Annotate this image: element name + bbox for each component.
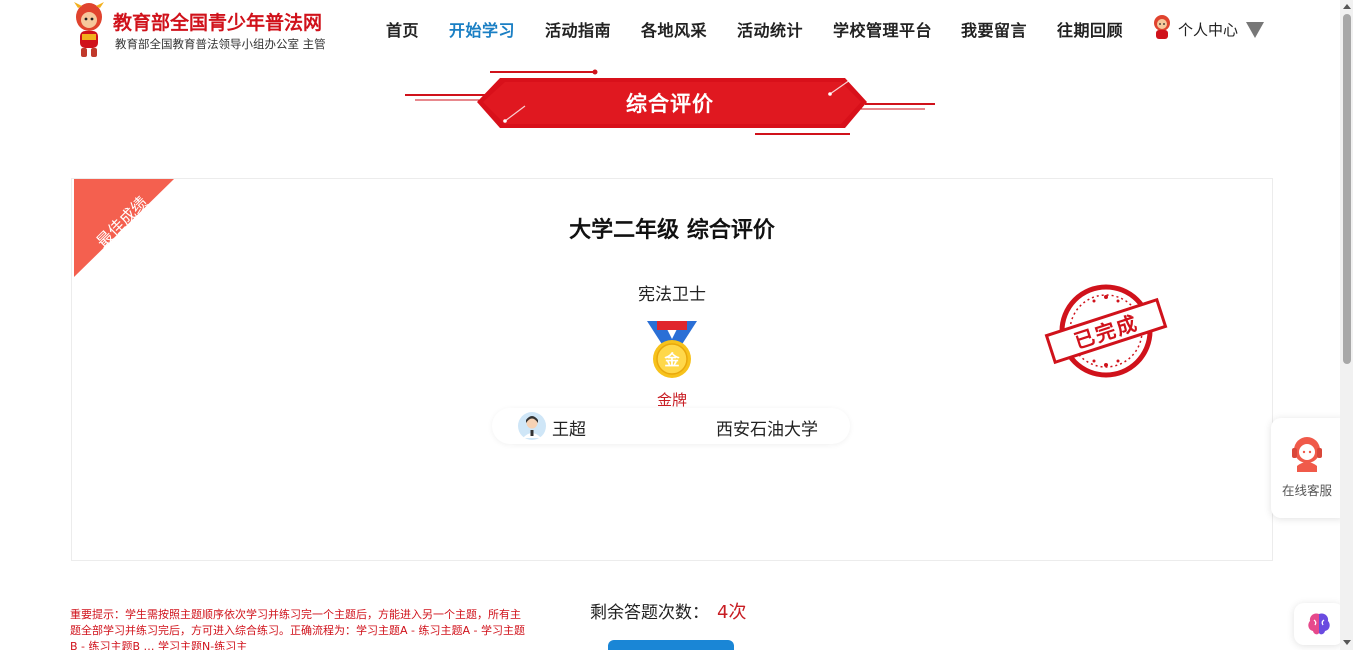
student-school: 西安石油大学 [716,420,818,440]
site-header: 教育部全国青少年普法网 教育部全国教育普法领导小组办公室 主管 首页 开始学习 … [0,0,1340,60]
nav-regional-showcase[interactable]: 各地风采 [641,17,707,41]
evaluation-title: 大学二年级 综合评价 [569,218,775,243]
nav-past-review[interactable]: 往期回顾 [1057,17,1123,41]
nav-activity-statistics[interactable]: 活动统计 [737,17,803,41]
nav-start-learning[interactable]: 开始学习 [449,17,515,41]
mascot-logo-icon[interactable] [70,0,108,58]
scroll-down-icon[interactable] [1343,640,1351,645]
page: 教育部全国青少年普法网 教育部全国教育普法领导小组办公室 主管 首页 开始学习 … [0,0,1353,650]
gold-medal-icon: 金 [647,321,697,378]
medal-character: 金 [663,351,680,369]
brain-icon [1308,613,1330,635]
user-center-menu[interactable]: 个人中心 [1150,14,1270,42]
user-center-label: 个人中心 [1178,21,1239,39]
online-service-label: 在线客服 [1281,483,1332,498]
nav-home[interactable]: 首页 [386,17,419,41]
remaining-attempts-label: 剩余答题次数： [590,603,709,623]
remaining-attempts-value: 4次 [717,602,747,623]
important-notice: 重要提示：学生需按照主题顺序依次学习并练习完一个主题后，方能进入另一个主题，所有… [70,608,525,650]
completed-stamp-icon: 已完成 [1044,284,1168,378]
nav-school-platform[interactable]: 学校管理平台 [833,17,932,41]
caret-down-icon [1246,22,1264,38]
online-service-button[interactable]: 在线客服 [1271,418,1343,518]
student-name: 王超 [552,420,586,440]
scrollbar-thumb[interactable] [1343,14,1351,364]
scroll-up-icon[interactable] [1343,4,1351,9]
section-banner: 综合评价 [405,66,935,140]
nav-activity-guide[interactable]: 活动指南 [545,17,611,41]
remaining-attempts: 剩余答题次数： 4次 [590,598,746,624]
nav-leave-message[interactable]: 我要留言 [961,17,1027,41]
ai-assistant-button[interactable] [1294,603,1344,645]
user-avatar-icon [1154,15,1170,39]
start-answer-button[interactable] [608,640,734,650]
student-avatar-icon [518,412,546,440]
evaluation-card: 最佳成绩 大学二年级 综合评价 宪法卫士 金 金牌 王超 西安石油大学 已完成 [71,178,1273,561]
site-subtitle: 教育部全国教育普法领导小组办公室 主管 [115,37,326,51]
student-info: 王超 西安石油大学 [492,408,850,444]
medal-label: 金牌 [656,391,687,409]
customer-service-icon [1292,437,1322,472]
site-title[interactable]: 教育部全国青少年普法网 [113,8,322,35]
banner-title: 综合评价 [626,92,714,116]
